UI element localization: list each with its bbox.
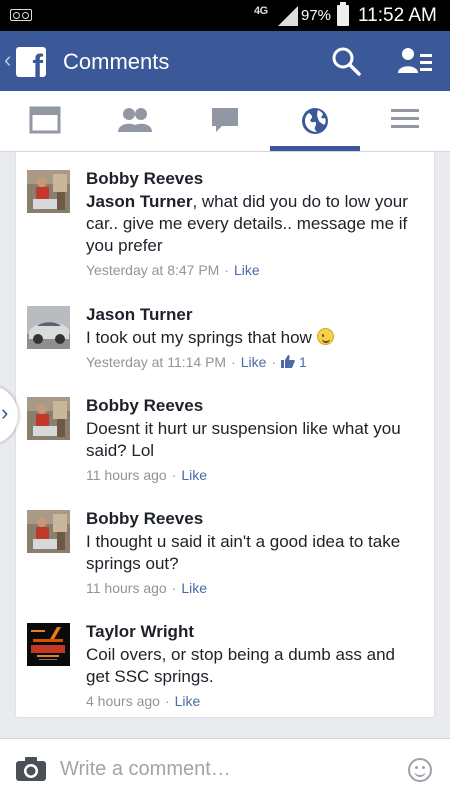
facebook-logo-icon[interactable]: f [16, 47, 46, 77]
comment-author[interactable]: Jason Turner [86, 304, 421, 326]
search-icon [332, 47, 361, 76]
voicemail-icon [10, 9, 32, 21]
emoji-icon[interactable] [408, 758, 432, 782]
comment-author[interactable]: Taylor Wright [86, 621, 421, 643]
comment-body: Bobby Reeves Jason Turner, what did you … [86, 168, 421, 280]
comment-timestamp[interactable]: 11 hours ago [86, 580, 167, 596]
network-indicator: 4G [254, 5, 268, 17]
comment-text: I took out my springs that how [86, 327, 421, 349]
comment-text: I thought u said it ain't a good idea to… [86, 532, 401, 573]
comment-composer [0, 738, 450, 800]
chevron-right-icon: › [1, 400, 9, 425]
like-link[interactable]: Like [234, 262, 260, 278]
clock: 11:52 AM [358, 5, 437, 26]
avatar[interactable] [27, 397, 70, 440]
like-count[interactable]: 1 [281, 354, 307, 370]
comment-meta: 4 hours ago · Like [86, 693, 201, 709]
person-list-icon [398, 48, 432, 73]
comment-text: Jason Turner, what did you do to low you… [86, 191, 421, 257]
battery-icon [337, 2, 349, 26]
comment-author[interactable]: Bobby Reeves [86, 395, 421, 417]
status-bar: 4G 97% 11:52 AM [0, 0, 450, 31]
avatar[interactable] [27, 170, 70, 213]
like-link[interactable]: Like [181, 467, 207, 483]
comment-input[interactable] [60, 751, 390, 787]
comment-body: Jason Turner I took out my springs that … [86, 304, 421, 372]
camera-icon [16, 757, 46, 781]
comment-author[interactable]: Bobby Reeves [86, 508, 421, 530]
search-button[interactable] [330, 45, 362, 77]
comment-timestamp[interactable]: 4 hours ago [86, 693, 160, 709]
chevron-left-icon[interactable]: ‹ [4, 49, 11, 71]
like-link[interactable]: Like [175, 693, 201, 709]
messages-icon [212, 108, 238, 132]
like-count-value: 1 [299, 354, 307, 370]
avatar[interactable] [27, 306, 70, 349]
comment-meta: Yesterday at 11:14 PM · Like · 1 [86, 354, 307, 370]
like-link[interactable]: Like [241, 354, 267, 370]
signal-icon [278, 6, 298, 26]
comment-text: Coil overs, or stop being a dumb ass and… [86, 645, 396, 686]
comments-list: Bobby Reeves Jason Turner, what did you … [15, 152, 435, 718]
tab-news-feed[interactable] [0, 91, 90, 151]
comment-timestamp[interactable]: Yesterday at 8:47 PM [86, 262, 219, 278]
like-link[interactable]: Like [181, 580, 207, 596]
comment-meta: 11 hours ago · Like [86, 580, 208, 596]
comment-meta: Yesterday at 8:47 PM · Like [86, 262, 260, 278]
menu-icon [391, 109, 419, 128]
comment-text: Doesnt it hurt ur suspension like what y… [86, 419, 401, 460]
wink-emoji-icon [316, 328, 334, 345]
camera-button[interactable] [16, 757, 46, 781]
avatar[interactable] [27, 510, 70, 553]
mention-link[interactable]: Jason Turner [86, 192, 192, 211]
friend-requests-button[interactable] [397, 45, 433, 77]
globe-icon [302, 108, 328, 134]
comment-meta: 11 hours ago · Like [86, 467, 208, 483]
page-title: Comments [63, 49, 170, 74]
comment-author[interactable]: Bobby Reeves [86, 168, 421, 190]
battery-percentage: 97% [301, 7, 332, 24]
tab-bar [0, 91, 450, 152]
avatar[interactable] [27, 623, 70, 666]
comment-body: Bobby Reeves I thought u said it ain't a… [86, 508, 421, 598]
tab-messages[interactable] [180, 91, 270, 151]
comment-body: Taylor Wright Coil overs, or stop being … [86, 621, 421, 711]
tab-friends[interactable] [90, 91, 180, 151]
news-feed-icon [29, 106, 61, 134]
friends-icon [118, 108, 152, 132]
active-tab-indicator [270, 146, 360, 151]
tab-notifications[interactable] [270, 91, 360, 151]
comment-body: Bobby Reeves Doesnt it hurt ur suspensio… [86, 395, 421, 485]
comment-timestamp[interactable]: Yesterday at 11:14 PM [86, 354, 226, 370]
thumbs-up-icon [281, 355, 295, 368]
tab-more[interactable] [360, 91, 450, 151]
app-header: ‹ f Comments [0, 31, 450, 91]
comment-text-content: I took out my springs that how [86, 328, 312, 347]
comment-timestamp[interactable]: 11 hours ago [86, 467, 167, 483]
